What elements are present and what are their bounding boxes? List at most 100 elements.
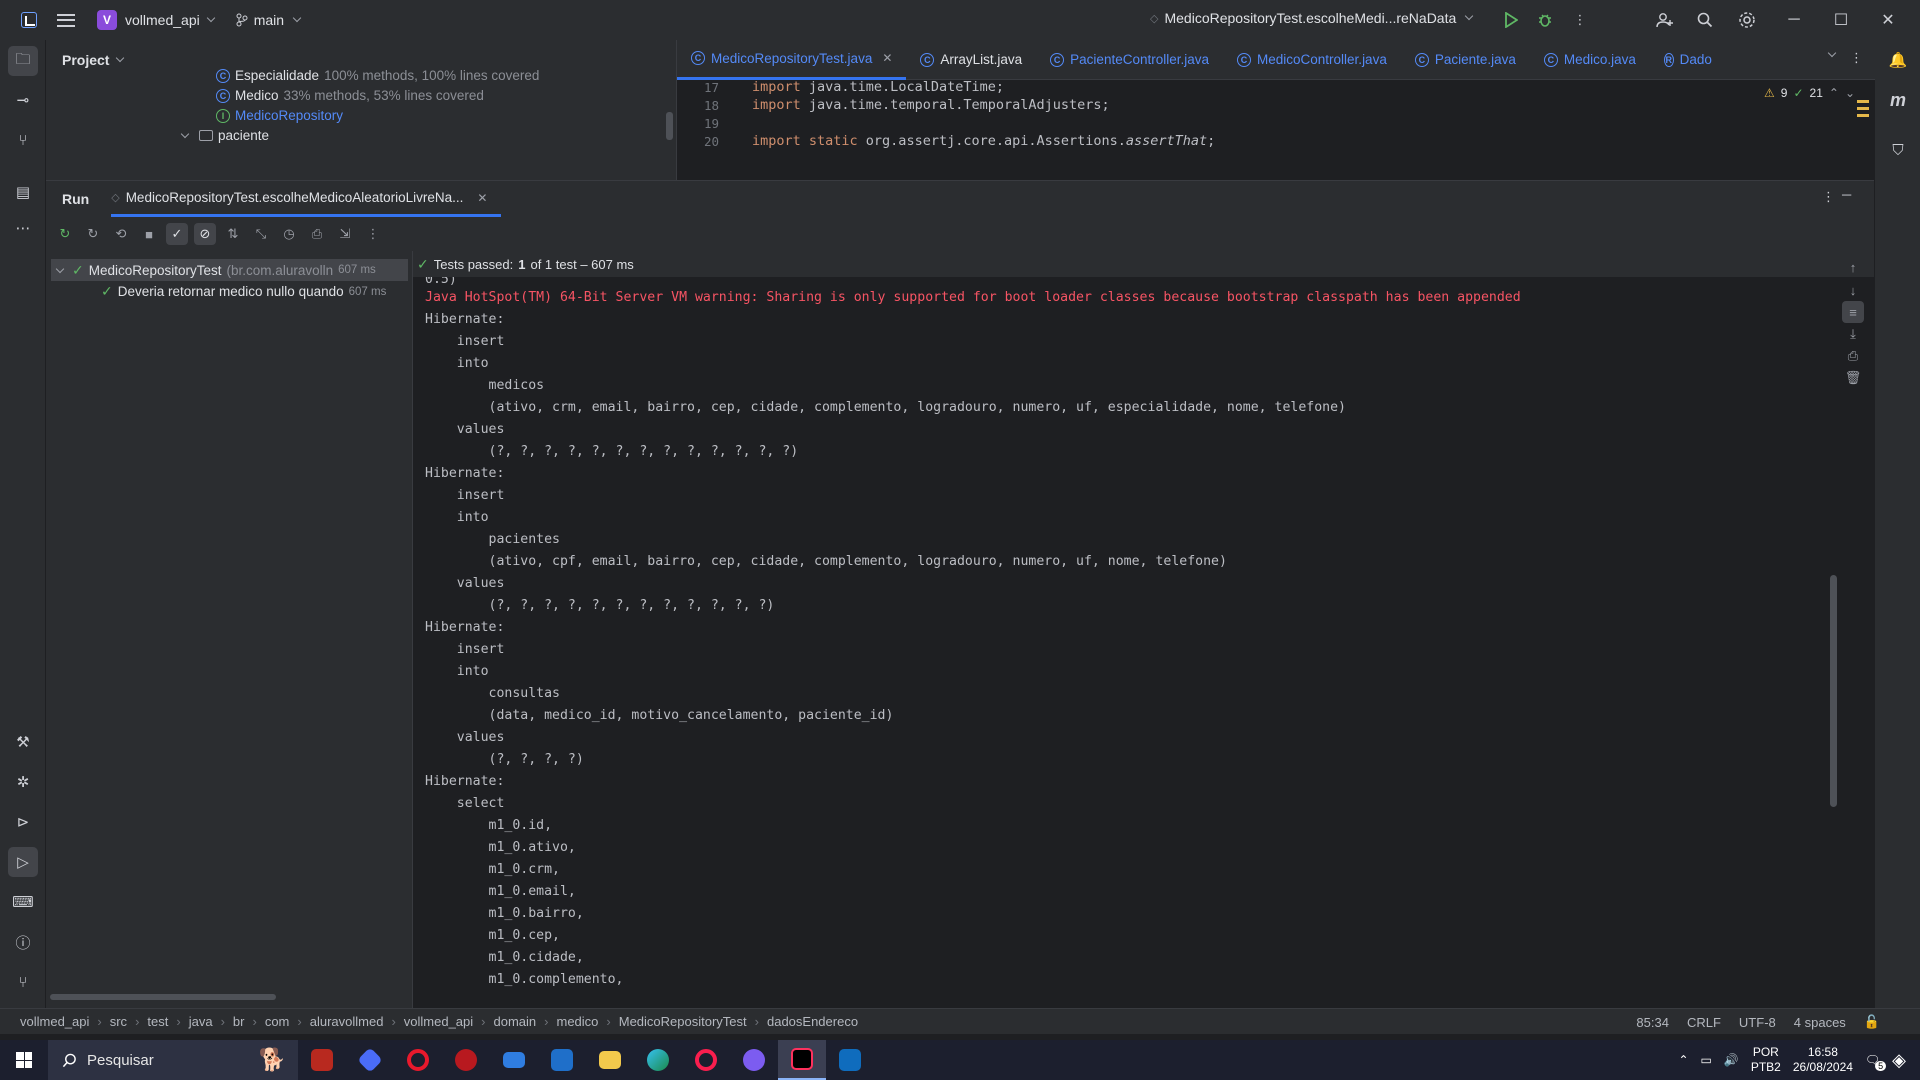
notifications-icon[interactable]: 🔔	[1888, 50, 1908, 70]
next-highlight-icon[interactable]: ⌄	[1845, 86, 1855, 100]
more-tools-icon[interactable]: ⋯	[13, 218, 33, 238]
code-area[interactable]: 17 import java.time.LocalDateTime; 18 im…	[677, 79, 1875, 180]
print-icon[interactable]: ⎙	[1842, 345, 1864, 367]
tree-item-medicorepository[interactable]: I MedicoRepository	[216, 108, 343, 123]
test-row-suite[interactable]: ✓ MedicoRepositoryTest (br.com.aluravoll…	[51, 259, 408, 281]
chevron-down-icon[interactable]	[180, 129, 190, 138]
project-tool-icon[interactable]: 🗀	[8, 46, 38, 76]
sort-icon[interactable]: ⇅	[222, 223, 244, 245]
copilot-icon[interactable]: ◈	[1892, 1050, 1906, 1071]
terminal-icon[interactable]: ⌨	[12, 892, 34, 912]
tree-item-paciente[interactable]: paciente	[178, 128, 269, 143]
clear-icon[interactable]: 🗑	[1842, 367, 1864, 389]
chevron-down-icon[interactable]	[55, 264, 65, 274]
breadcrumb-item[interactable]: vollmed_api	[404, 1014, 473, 1029]
taskbar-app-opera-gx[interactable]	[682, 1040, 730, 1080]
breadcrumb-item[interactable]: src	[110, 1014, 127, 1029]
taskbar-app-red[interactable]	[442, 1040, 490, 1080]
breadcrumb-item[interactable]: java	[189, 1014, 213, 1029]
console-scrollbar[interactable]	[1830, 575, 1837, 807]
caret-position[interactable]: 85:34	[1636, 1015, 1669, 1030]
tab-medicocontroller[interactable]: C MedicoController.java	[1223, 40, 1401, 80]
maven-icon[interactable]: m	[1888, 90, 1908, 110]
history-icon[interactable]: ◷	[278, 223, 300, 245]
test-row-case[interactable]: ✓ Deveria retornar medico nullo quando 6…	[101, 283, 386, 300]
taskbar-app-opera[interactable]	[394, 1040, 442, 1080]
taskbar-app-explorer[interactable]	[586, 1040, 634, 1080]
hide-panel-icon[interactable]: ─	[1842, 187, 1851, 202]
problems-icon[interactable]: ⓘ	[13, 932, 33, 952]
collapse-icon[interactable]: ⤡	[250, 223, 272, 245]
export-icon[interactable]: ⇲	[334, 223, 356, 245]
services-icon[interactable]: ⊳	[13, 812, 33, 832]
run-tool-icon[interactable]: ▷	[8, 847, 38, 877]
rerun-icon[interactable]: ↻	[54, 223, 76, 245]
start-button[interactable]	[0, 1040, 48, 1080]
file-encoding[interactable]: UTF-8	[1739, 1015, 1776, 1030]
project-selector[interactable]: vollmed_api	[125, 12, 215, 28]
taskbar-app-discord[interactable]	[730, 1040, 778, 1080]
taskbar-app-intellij[interactable]	[778, 1040, 826, 1080]
lock-icon[interactable]: 🔓	[1864, 1014, 1880, 1030]
tabs-dropdown-icon[interactable]	[1827, 48, 1837, 58]
taskbar-app-edge[interactable]	[634, 1040, 682, 1080]
arrow-down-icon[interactable]: ↓	[1842, 279, 1864, 301]
volume-icon[interactable]: 🔊	[1724, 1053, 1739, 1067]
close-tab-icon[interactable]: ✕	[477, 191, 487, 205]
project-scrollbar[interactable]	[666, 112, 673, 140]
tab-pacientecontroller[interactable]: C PacienteController.java	[1036, 40, 1223, 80]
breadcrumb-item[interactable]: MedicoRepositoryTest	[619, 1014, 747, 1029]
breadcrumb-item[interactable]: dadosEndereco	[767, 1014, 858, 1029]
structure-icon[interactable]: ▤	[13, 182, 33, 202]
taskbar-app-outlook[interactable]	[826, 1040, 874, 1080]
network-icon[interactable]: ▭	[1701, 1053, 1712, 1067]
security-shield-icon[interactable]: ⛉	[1888, 140, 1908, 160]
breadcrumb-item[interactable]: br	[233, 1014, 245, 1029]
git-icon[interactable]: ⑂	[13, 972, 33, 992]
arrow-up-icon[interactable]: ↑	[1842, 256, 1864, 278]
console[interactable]: ✓ Tests passed: 1 of 1 test – 607 ms 0.5…	[413, 251, 1874, 1009]
maximize-button[interactable]: ☐	[1829, 8, 1853, 32]
settings-icon[interactable]	[1737, 10, 1757, 30]
project-header[interactable]: Project	[62, 52, 125, 68]
tab-arraylist[interactable]: C ArrayList.java	[906, 40, 1036, 80]
taskbar-search[interactable]: Pesquisar 🐕	[48, 1040, 298, 1080]
taskbar-app-mail[interactable]	[490, 1040, 538, 1080]
minimize-button[interactable]: ─	[1782, 8, 1806, 32]
inspection-widget[interactable]: ⚠ 9 ✓ 21 ⌃ ⌄	[1764, 86, 1855, 100]
clock[interactable]: 16:58 26/08/2024	[1793, 1045, 1853, 1075]
tab-dados[interactable]: R Dado	[1650, 40, 1726, 80]
close-tab-icon[interactable]: ✕	[882, 51, 892, 65]
previous-highlight-icon[interactable]: ⌃	[1829, 86, 1839, 100]
stop-icon[interactable]: ■	[138, 223, 160, 245]
breadcrumb-item[interactable]: vollmed_api	[20, 1014, 89, 1029]
show-ignored-icon[interactable]: ⊘	[194, 223, 216, 245]
more-actions-icon[interactable]: ⋮	[1570, 10, 1590, 30]
branch-selector[interactable]: main	[236, 12, 302, 28]
taskbar-app-hexagon[interactable]	[346, 1040, 394, 1080]
toolbar-more-icon[interactable]: ⋮	[362, 223, 384, 245]
soft-wrap-icon[interactable]: ≡	[1842, 301, 1864, 323]
close-window-button[interactable]: ✕	[1876, 8, 1900, 32]
tabs-more-icon[interactable]: ⋮	[1850, 50, 1863, 66]
show-passed-icon[interactable]: ✓	[166, 223, 188, 245]
tab-medico[interactable]: C Medico.java	[1530, 40, 1650, 80]
run-configuration-selector[interactable]: ◇ MedicoRepositoryTest.escolheMedi...reN…	[1150, 10, 1474, 26]
debug-tool-icon[interactable]: ✲	[13, 772, 33, 792]
commit-icon[interactable]: ⊸	[13, 90, 33, 110]
scroll-to-end-icon[interactable]: ⤓	[1842, 323, 1864, 345]
tab-medicorepositorytest[interactable]: C MedicoRepositoryTest.java ✕	[677, 40, 907, 80]
search-icon[interactable]	[1695, 10, 1715, 30]
line-separator[interactable]: CRLF	[1687, 1015, 1721, 1030]
language-indicator[interactable]: POR PTB2	[1751, 1045, 1781, 1075]
tab-paciente[interactable]: C Paciente.java	[1401, 40, 1530, 80]
run-tab-active[interactable]: ◇ MedicoRepositoryTest.escolheMedicoAlea…	[111, 181, 502, 217]
breadcrumb-item[interactable]: com	[265, 1014, 290, 1029]
run-more-icon[interactable]: ⋮	[1822, 189, 1835, 205]
toggle-auto-test-icon[interactable]: ⟲	[110, 223, 132, 245]
pull-requests-icon[interactable]: ⑂	[13, 130, 33, 150]
breadcrumb-item[interactable]: medico	[556, 1014, 598, 1029]
debug-icon[interactable]	[1535, 10, 1555, 30]
breadcrumb-item[interactable]: domain	[494, 1014, 537, 1029]
notification-center-button[interactable]: 🗨 5	[1865, 1053, 1887, 1071]
